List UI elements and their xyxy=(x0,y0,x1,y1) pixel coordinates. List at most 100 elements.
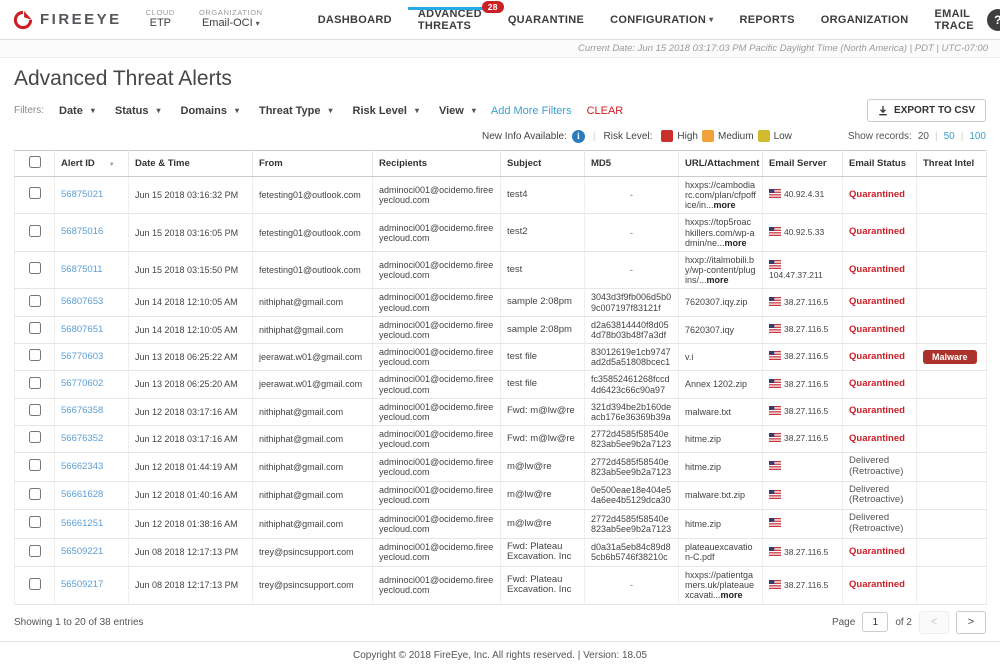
select-all-checkbox[interactable] xyxy=(29,156,41,168)
nav-item-label: ORGANIZATION xyxy=(821,14,909,26)
filter-dropdown-date[interactable]: Date▾ xyxy=(59,105,95,117)
row-checkbox[interactable] xyxy=(29,516,41,528)
add-more-filters-link[interactable]: Add More Filters xyxy=(491,105,572,117)
row-checkbox[interactable] xyxy=(29,545,41,557)
alert-id-link[interactable]: 56676352 xyxy=(61,433,103,444)
email-server-cell: 38.27.116.5 xyxy=(763,567,843,604)
show-records-option-20[interactable]: 20 xyxy=(918,131,929,142)
alert-id-link[interactable]: 56807653 xyxy=(61,296,103,307)
nav-item-dashboard[interactable]: DASHBOARD xyxy=(305,0,405,40)
malware-badge[interactable]: Malware xyxy=(923,350,977,364)
row-select-cell xyxy=(15,316,55,343)
alert-id-link[interactable]: 56875016 xyxy=(61,226,103,237)
next-page-button[interactable]: > xyxy=(956,611,986,634)
row-checkbox[interactable] xyxy=(29,349,41,361)
us-flag-icon xyxy=(769,379,781,391)
filter-dropdown-threat-type[interactable]: Threat Type▾ xyxy=(259,105,333,117)
fireeye-logo[interactable]: FIREEYE xyxy=(12,9,122,31)
row-checkbox[interactable] xyxy=(29,431,41,443)
alerts-table-header-row: Alert ID▼Date & TimeFromRecipientsSubjec… xyxy=(15,151,987,177)
email-status-cell: Quarantined xyxy=(843,425,917,452)
row-checkbox[interactable] xyxy=(29,187,41,199)
alert-id-link[interactable]: 56875011 xyxy=(61,264,103,275)
more-link[interactable]: more xyxy=(714,200,736,210)
col-header-from: From xyxy=(253,151,373,177)
nav-item-configuration[interactable]: CONFIGURATION▾ xyxy=(597,0,726,40)
row-checkbox[interactable] xyxy=(29,377,41,389)
alert-id-link[interactable]: 56875021 xyxy=(61,189,103,200)
nav-item-email-trace[interactable]: EMAIL TRACE xyxy=(921,0,986,40)
col-header-recipients: Recipients xyxy=(373,151,501,177)
more-link[interactable]: more xyxy=(725,238,747,248)
recipients-cell: adminoci001@ocidemo.fireeyecloud.com xyxy=(373,371,501,398)
info-icon[interactable]: i xyxy=(572,130,585,143)
email-server-cell xyxy=(763,510,843,538)
row-select-cell xyxy=(15,214,55,251)
date-time-cell: Jun 08 2018 12:17:13 PM xyxy=(129,567,253,604)
subject-cell: test file xyxy=(501,344,585,371)
email-status-cell: Quarantined xyxy=(843,251,917,288)
chevron-down-icon: ▾ xyxy=(235,106,239,115)
cloud-label: CLOUD xyxy=(146,8,175,17)
row-checkbox[interactable] xyxy=(29,404,41,416)
md5-cell: 2772d4585f58540e823ab5ee9b2a7123 xyxy=(585,425,679,452)
filter-dropdown-risk-level[interactable]: Risk Level▾ xyxy=(353,105,419,117)
chevron-down-icon: ▾ xyxy=(156,106,160,115)
row-checkbox[interactable] xyxy=(29,488,41,500)
alert-id-cell: 56661628 xyxy=(55,481,129,509)
help-icon[interactable]: ? xyxy=(987,9,1000,31)
alerts-table-body: 56875021Jun 15 2018 03:16:32 PMfetesting… xyxy=(15,177,987,605)
email-server-cell xyxy=(763,453,843,481)
chevron-down-icon: ▾ xyxy=(415,106,419,115)
more-link[interactable]: more xyxy=(721,590,743,600)
row-checkbox[interactable] xyxy=(29,322,41,334)
nav-item-organization[interactable]: ORGANIZATION xyxy=(808,0,922,40)
more-link[interactable]: more xyxy=(707,275,729,285)
export-to-csv-button[interactable]: EXPORT TO CSV xyxy=(867,99,986,122)
filter-dropdown-domains[interactable]: Domains▾ xyxy=(181,105,239,117)
alert-id-link[interactable]: 56509221 xyxy=(61,546,103,557)
from-cell: nithiphat@gmail.com xyxy=(253,316,373,343)
nav-item-quarantine[interactable]: QUARANTINE xyxy=(495,0,597,40)
show-records-option-50[interactable]: 50 xyxy=(944,131,955,142)
alert-id-link[interactable]: 56661251 xyxy=(61,518,103,529)
nav-item-advanced-threats[interactable]: ADVANCED THREATS28 xyxy=(405,0,495,40)
col-header-label: Email Status xyxy=(849,158,906,169)
row-checkbox[interactable] xyxy=(29,459,41,471)
subject-cell: sample 2:08pm xyxy=(501,289,585,316)
row-checkbox[interactable] xyxy=(29,295,41,307)
alert-id-cell: 56807653 xyxy=(55,289,129,316)
clear-filters-link[interactable]: CLEAR xyxy=(587,105,624,117)
recipients-cell: adminoci001@ocidemo.fireeyecloud.com xyxy=(373,510,501,538)
email-server-cell: 104.47.37.211 xyxy=(763,251,843,288)
previous-page-button[interactable]: < xyxy=(919,611,949,634)
alert-id-link[interactable]: 56807651 xyxy=(61,324,103,335)
row-checkbox[interactable] xyxy=(29,225,41,237)
filter-dropdown-status[interactable]: Status▾ xyxy=(115,105,161,117)
page-number-input[interactable] xyxy=(862,612,888,632)
show-records: Show records: 20|50|100 xyxy=(848,131,986,142)
nav-item-reports[interactable]: REPORTS xyxy=(726,0,807,40)
alert-id-link[interactable]: 56662343 xyxy=(61,461,103,472)
row-checkbox[interactable] xyxy=(29,262,41,274)
show-records-option-100[interactable]: 100 xyxy=(969,131,986,142)
url-attachment-cell: hxxps://cambodiarc.com/plan/cfpoffice/in… xyxy=(679,177,763,214)
row-select-cell xyxy=(15,567,55,604)
alert-id-link[interactable]: 56770603 xyxy=(61,351,103,362)
row-select-cell xyxy=(15,453,55,481)
organization-selector[interactable]: ORGANIZATION Email-OCI▾ xyxy=(199,8,263,30)
from-cell: nithiphat@gmail.com xyxy=(253,453,373,481)
alert-id-link[interactable]: 56676358 xyxy=(61,405,103,416)
row-checkbox[interactable] xyxy=(29,578,41,590)
alert-id-link[interactable]: 56661628 xyxy=(61,489,103,500)
main-nav: DASHBOARDADVANCED THREATS28QUARANTINECON… xyxy=(305,0,987,40)
email-server-cell: 38.27.116.5 xyxy=(763,316,843,343)
alert-id-link[interactable]: 56509217 xyxy=(61,579,103,590)
threat-intel-cell xyxy=(917,567,987,604)
row-select-cell xyxy=(15,289,55,316)
alert-id-link[interactable]: 56770602 xyxy=(61,378,103,389)
subject-cell: Fwd: m@lw@re xyxy=(501,425,585,452)
sort-icon[interactable]: ▼ xyxy=(109,162,115,168)
date-time-cell: Jun 15 2018 03:15:50 PM xyxy=(129,251,253,288)
filter-dropdown-view[interactable]: View▾ xyxy=(439,105,476,117)
